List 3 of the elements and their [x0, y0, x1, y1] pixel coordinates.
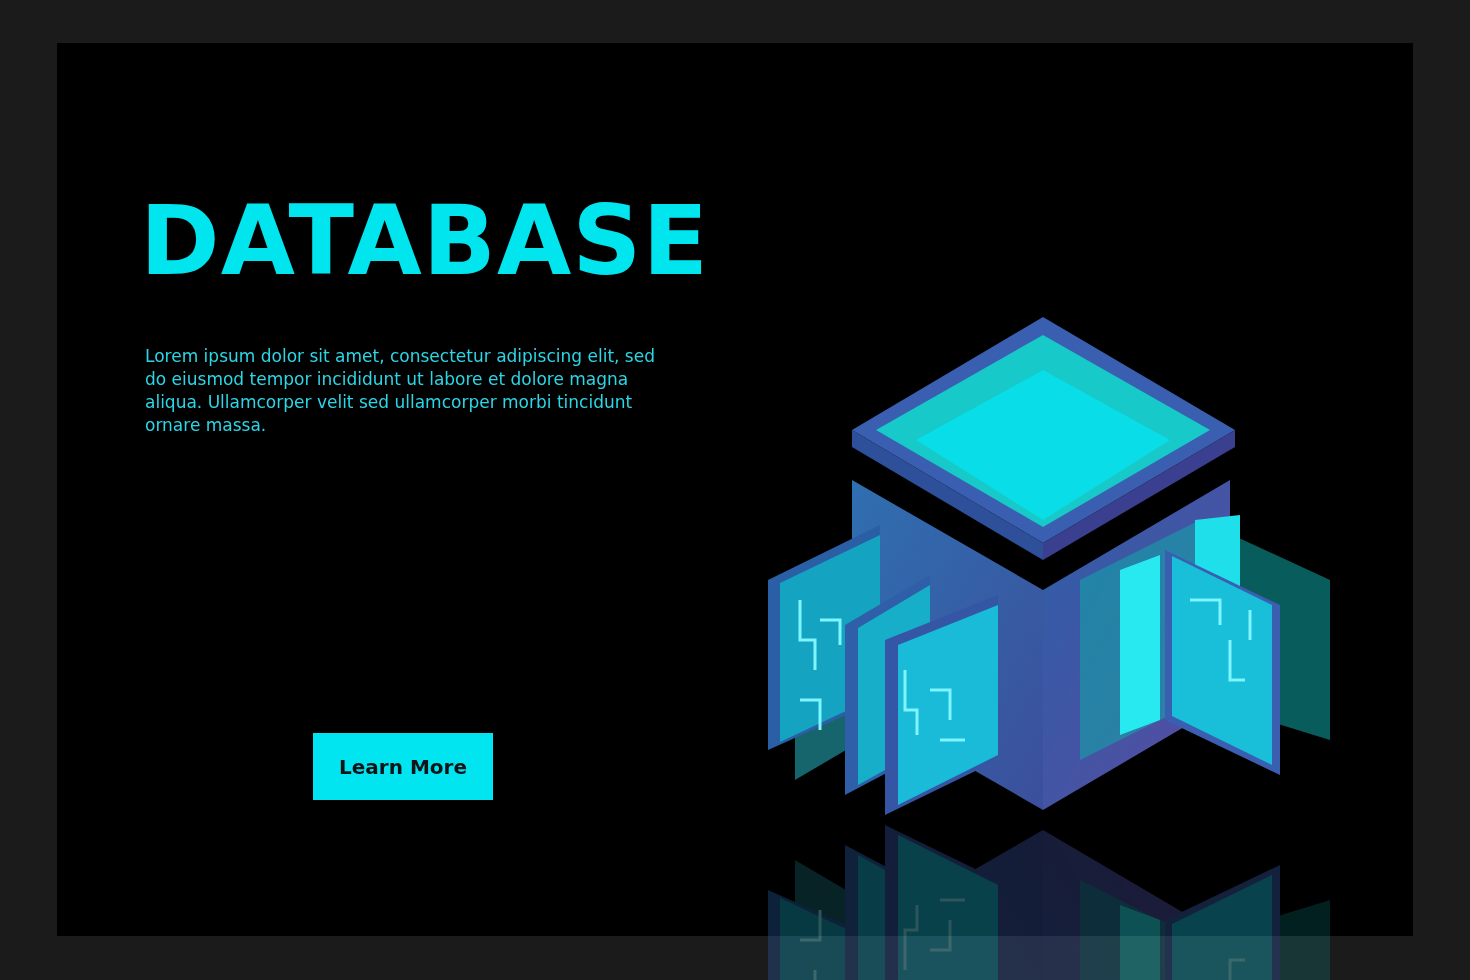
learn-more-button[interactable]: Learn More — [313, 733, 493, 800]
hero-description: Lorem ipsum dolor sit amet, consectetur adipiscing elit, sed do eiusmod tempor incididunt ut labore et dolore magna aliqua. Ullamcorper velit sed ullamcorper morbi tincidunt ornare massa. — [145, 345, 656, 437]
hero-title: DATABASE — [140, 193, 710, 289]
